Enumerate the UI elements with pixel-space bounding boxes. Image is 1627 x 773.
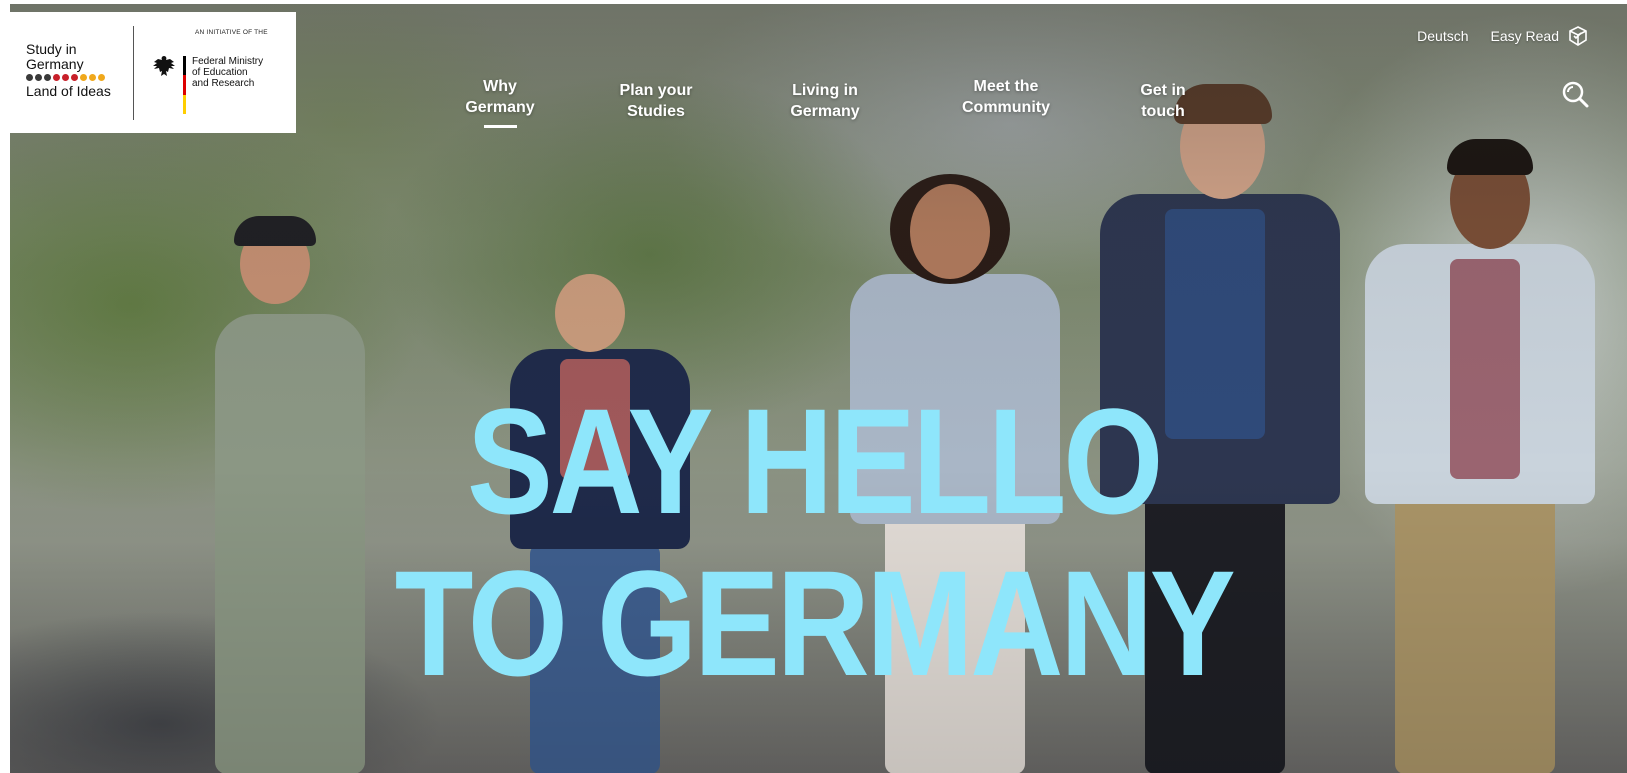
logo-line-2: Germany [26,56,84,72]
logo-divider [133,26,134,120]
nav-label-line-1: Living in [792,82,858,99]
logo-dots [26,74,136,81]
top-links: Deutsch Easy Read [1417,26,1587,46]
easy-read-icon [1569,26,1587,46]
nav-label-line-2: touch [1141,103,1185,120]
hero-headline: SAY HELLO TO GERMANY [0,386,1627,698]
logo-line-1: Study in [26,41,77,57]
easy-read-label: Easy Read [1490,28,1559,44]
site-logo[interactable]: Study in Germany Land of Ideas AN INITIA… [10,12,296,133]
nav-label-line-1: Why [483,78,517,95]
language-switch-link[interactable]: Deutsch [1417,28,1468,44]
ministry-name: Federal Ministry of Education and Resear… [192,56,263,89]
nav-label-line-1: Get in [1140,82,1186,99]
nav-label-line-1: Plan your [619,82,693,99]
ministry-line-2: of Education [192,67,248,78]
active-nav-indicator [483,125,517,128]
nav-label-line-2: Studies [627,103,685,120]
nav-label-line-2: Germany [465,99,535,116]
headline-line-1: SAY HELLO [466,377,1164,545]
initiative-label: AN INITIATIVE OF THE [195,29,268,36]
study-in-germany-logo: Study in Germany Land of Ideas [26,42,136,99]
nav-label-line-1: Meet the [973,78,1039,95]
german-flag-bar [183,56,186,114]
headline-line-2: TO GERMANY [394,539,1236,707]
ministry-line-1: Federal Ministry [192,56,264,67]
nav-living-in-germany[interactable]: Living in Germany [780,80,870,122]
nav-plan-your-studies[interactable]: Plan your Studies [612,80,700,122]
nav-get-in-touch[interactable]: Get in touch [1133,80,1193,122]
logo-tagline: Land of Ideas [26,83,111,99]
federal-eagle-icon [153,56,175,76]
ministry-line-3: and Research [192,78,255,89]
easy-read-link[interactable]: Easy Read [1491,26,1587,46]
nav-label-line-2: Community [962,99,1050,116]
nav-meet-the-community[interactable]: Meet the Community [954,76,1058,118]
nav-label-line-2: Germany [790,103,860,120]
nav-why-germany[interactable]: Why Germany [458,76,542,128]
search-icon[interactable] [1561,80,1589,108]
